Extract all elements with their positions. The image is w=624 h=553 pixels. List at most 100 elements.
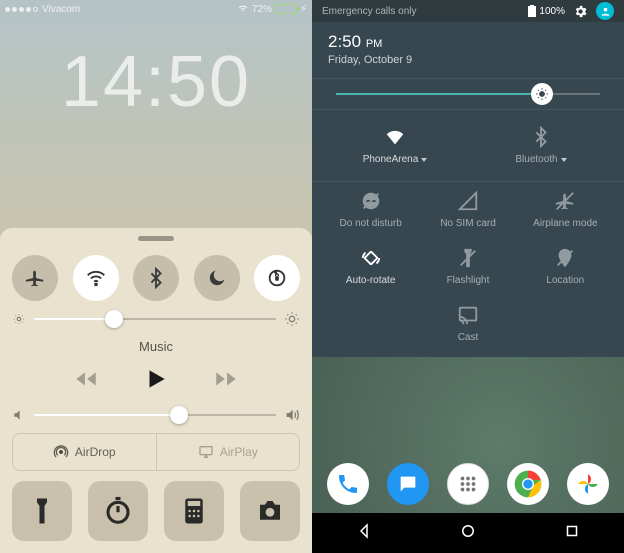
camera-icon bbox=[255, 496, 285, 526]
wifi-label: PhoneArena bbox=[363, 154, 419, 165]
airdrop-label: AirDrop bbox=[75, 445, 116, 459]
flashlight-label: Flashlight bbox=[447, 275, 490, 286]
nav-back[interactable] bbox=[355, 522, 373, 545]
rotate-icon bbox=[360, 247, 382, 269]
play-icon bbox=[143, 366, 169, 392]
chrome-app[interactable] bbox=[507, 463, 549, 505]
home-icon bbox=[459, 522, 477, 540]
cast-icon bbox=[457, 304, 479, 326]
message-icon bbox=[397, 473, 419, 495]
brightness-icon bbox=[535, 87, 549, 101]
rewind-button[interactable] bbox=[73, 366, 99, 397]
phone-app[interactable] bbox=[327, 463, 369, 505]
chevron-down-icon bbox=[561, 158, 567, 162]
brightness-low-icon bbox=[12, 312, 26, 326]
camera-shortcut[interactable] bbox=[240, 481, 300, 541]
airplane-off-icon bbox=[554, 190, 576, 212]
moon-icon bbox=[206, 267, 228, 289]
dnd-tile[interactable]: Do not disturb bbox=[322, 190, 419, 229]
dock bbox=[312, 455, 624, 513]
location-off-icon bbox=[554, 247, 576, 269]
panel-header: 2:50 PM Friday, October 9 bbox=[312, 22, 624, 78]
timer-shortcut[interactable] bbox=[88, 481, 148, 541]
apps-icon bbox=[457, 473, 479, 495]
flashlight-icon bbox=[27, 496, 57, 526]
photos-app[interactable] bbox=[567, 463, 609, 505]
airdrop-button[interactable]: AirDrop bbox=[13, 434, 156, 470]
flashlight-tile[interactable]: Flashlight bbox=[419, 247, 516, 286]
back-icon bbox=[355, 522, 373, 540]
play-button[interactable] bbox=[143, 366, 169, 397]
quick-apps-row bbox=[12, 481, 300, 541]
airplane-toggle[interactable] bbox=[12, 255, 58, 301]
battery-icon bbox=[275, 4, 297, 14]
signal-dots-icon bbox=[5, 7, 38, 12]
airplay-button[interactable]: AirPlay bbox=[156, 434, 300, 470]
battery-icon bbox=[528, 5, 536, 17]
user-avatar[interactable] bbox=[596, 2, 614, 20]
nav-bar bbox=[312, 513, 624, 553]
airplane-label: Airplane mode bbox=[533, 218, 597, 229]
flashlight-off-icon bbox=[457, 247, 479, 269]
cast-label: Cast bbox=[458, 332, 479, 343]
chevron-down-icon bbox=[421, 158, 427, 162]
grabber-icon[interactable] bbox=[138, 236, 174, 241]
wifi-tile[interactable]: PhoneArena bbox=[322, 126, 468, 165]
tiles-row-1: PhoneArena Bluetooth bbox=[312, 110, 624, 182]
calculator-shortcut[interactable] bbox=[164, 481, 224, 541]
forward-icon bbox=[213, 366, 239, 392]
chrome-icon bbox=[512, 468, 544, 500]
location-tile[interactable]: Location bbox=[517, 247, 614, 286]
location-label: Location bbox=[546, 275, 584, 286]
sim-tile[interactable]: No SIM card bbox=[419, 190, 516, 229]
forward-button[interactable] bbox=[213, 366, 239, 397]
person-icon bbox=[600, 6, 611, 17]
bluetooth-toggle[interactable] bbox=[133, 255, 179, 301]
dnd-label: Do not disturb bbox=[340, 218, 402, 229]
rotate-tile[interactable]: Auto-rotate bbox=[322, 247, 419, 286]
airdrop-icon bbox=[53, 444, 69, 460]
app-drawer[interactable] bbox=[447, 463, 489, 505]
volume-low-icon bbox=[12, 408, 26, 422]
android-status-bar: Emergency calls only 100% bbox=[312, 0, 624, 22]
brightness-slider[interactable] bbox=[12, 311, 300, 327]
dnd-toggle[interactable] bbox=[194, 255, 240, 301]
rotation-lock-toggle[interactable] bbox=[254, 255, 300, 301]
status-left-text: Emergency calls only bbox=[322, 6, 416, 17]
music-title: Music bbox=[12, 337, 300, 356]
bluetooth-tile[interactable]: Bluetooth bbox=[468, 126, 614, 165]
photos-icon bbox=[575, 471, 601, 497]
airdrop-airplay-row: AirDrop AirPlay bbox=[12, 433, 300, 471]
panel-date: Friday, October 9 bbox=[328, 54, 608, 66]
airplay-label: AirPlay bbox=[220, 445, 258, 459]
android-bottom bbox=[312, 455, 624, 553]
tiles-grid: Do not disturb No SIM card Airplane mode… bbox=[312, 182, 624, 357]
nav-home[interactable] bbox=[459, 522, 477, 545]
bluetooth-icon bbox=[145, 267, 167, 289]
charging-icon: ⚡︎ bbox=[300, 4, 307, 15]
nav-recent[interactable] bbox=[563, 522, 581, 545]
ios-status-bar: Vivacom 72% ⚡︎ bbox=[0, 0, 312, 18]
volume-high-icon bbox=[284, 407, 300, 423]
rotate-label: Auto-rotate bbox=[346, 275, 395, 286]
airplane-tile[interactable]: Airplane mode bbox=[517, 190, 614, 229]
brightness-slider[interactable] bbox=[312, 78, 624, 110]
volume-slider[interactable] bbox=[12, 407, 300, 423]
cast-tile[interactable]: Cast bbox=[419, 304, 516, 343]
signal-icon bbox=[457, 190, 479, 212]
battery-percent: 72% bbox=[252, 4, 272, 15]
messages-app[interactable] bbox=[387, 463, 429, 505]
sim-label: No SIM card bbox=[440, 218, 496, 229]
rewind-icon bbox=[73, 366, 99, 392]
wifi-icon bbox=[384, 126, 406, 148]
brightness-high-icon bbox=[284, 311, 300, 327]
wifi-toggle[interactable] bbox=[73, 255, 119, 301]
dnd-icon bbox=[360, 190, 382, 212]
settings-icon[interactable] bbox=[573, 4, 588, 19]
flashlight-shortcut[interactable] bbox=[12, 481, 72, 541]
battery-percent: 100% bbox=[539, 6, 565, 17]
wifi-icon bbox=[237, 4, 249, 14]
phone-icon bbox=[336, 472, 360, 496]
lock-screen-clock: 14:50 bbox=[0, 18, 312, 148]
battery-indicator: 100% bbox=[528, 5, 565, 17]
